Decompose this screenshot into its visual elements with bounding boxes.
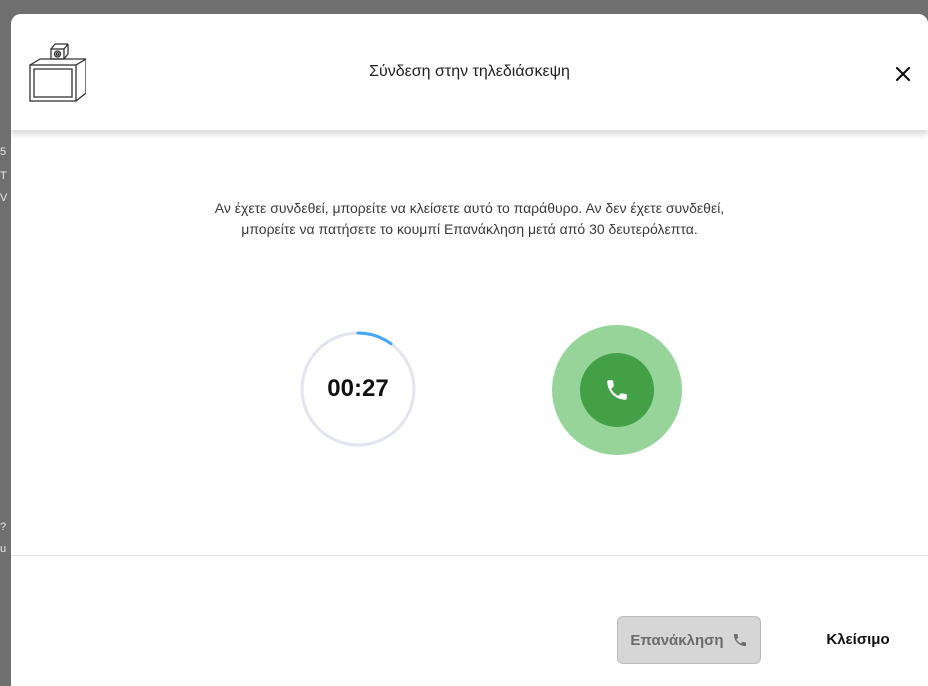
dialog-title: Σύνδεση στην τηλεδιάσκεψη xyxy=(369,63,570,80)
background-text-fragment: 5 xyxy=(0,146,7,158)
background-text-fragment: T xyxy=(0,170,7,182)
call-button-inner[interactable] xyxy=(580,353,654,427)
dialog-header: Σύνδεση στην τηλεδιάσκεψη xyxy=(11,14,928,130)
instruction-line: Αν έχετε συνδεθεί, μπορείτε να κλείσετε … xyxy=(214,200,725,216)
call-button[interactable] xyxy=(552,325,682,455)
redial-button[interactable]: Επανάκληση xyxy=(617,616,761,664)
instruction-message: Αν έχετε συνδεθεί, μπορείτε να κλείσετε … xyxy=(11,198,928,240)
background-text-fragment: V xyxy=(0,192,8,204)
conference-connect-dialog: Σύνδεση στην τηλεδιάσκεψη Αν έχετε συνδε… xyxy=(11,14,928,686)
phone-icon xyxy=(733,634,746,646)
dialog-body: Αν έχετε συνδεθεί, μπορείτε να κλείσετε … xyxy=(11,130,928,555)
redial-button-label: Επανάκληση xyxy=(630,631,724,649)
phone-icon xyxy=(607,380,627,400)
close-icon[interactable] xyxy=(892,63,914,85)
footer-divider xyxy=(11,555,928,556)
background-text-fragment: ? xyxy=(0,521,7,533)
instruction-line: μπορείτε να πατήσετε το κουμπί Επανάκλησ… xyxy=(241,221,698,237)
background-text-fragment: u xyxy=(0,543,7,555)
close-button[interactable]: Κλείσιμο xyxy=(808,628,908,652)
countdown-timer: 00:27 xyxy=(327,375,389,402)
